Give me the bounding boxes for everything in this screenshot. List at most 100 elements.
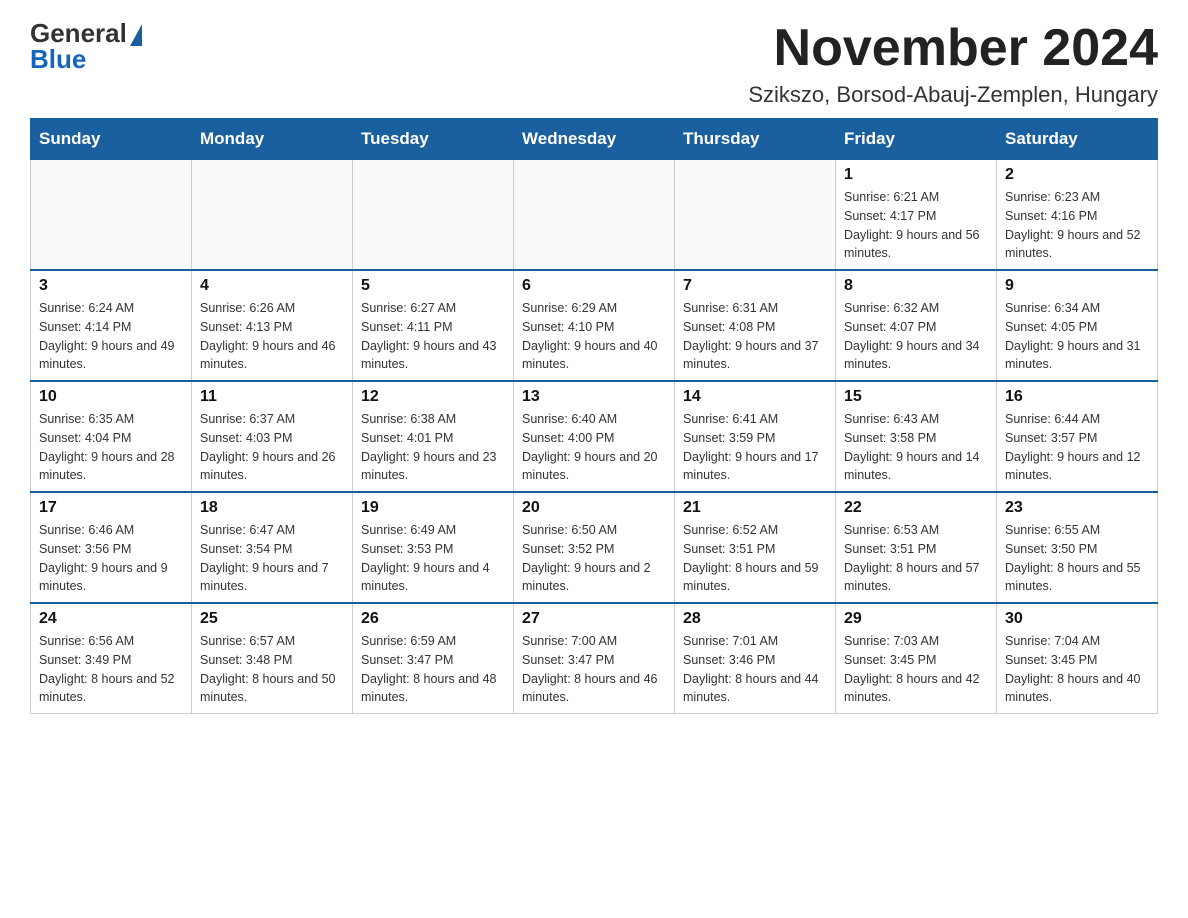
calendar-cell: 7 Sunrise: 6:31 AMSunset: 4:08 PMDaylight… (675, 270, 836, 381)
day-number: 22 (844, 499, 988, 517)
day-number: 27 (522, 610, 666, 628)
day-number: 16 (1005, 388, 1149, 406)
day-info: Sunrise: 6:49 AMSunset: 3:53 PMDaylight:… (361, 521, 505, 596)
day-info: Sunrise: 6:31 AMSunset: 4:08 PMDaylight:… (683, 299, 827, 374)
day-info: Sunrise: 6:37 AMSunset: 4:03 PMDaylight:… (200, 410, 344, 485)
calendar-cell: 3Sunrise: 6:24 AMSunset: 4:14 PMDaylight… (31, 270, 192, 381)
day-info: Sunrise: 6:32 AMSunset: 4:07 PMDaylight:… (844, 299, 988, 374)
calendar-cell: 4 Sunrise: 6:26 AMSunset: 4:13 PMDaylight… (192, 270, 353, 381)
day-number: 9 (1005, 277, 1149, 295)
calendar-cell: 15Sunrise: 6:43 AMSunset: 3:58 PMDayligh… (836, 381, 997, 492)
day-number: 5 (361, 277, 505, 295)
calendar-week-row: 3Sunrise: 6:24 AMSunset: 4:14 PMDaylight… (31, 270, 1158, 381)
day-number: 7 (683, 277, 827, 295)
day-number: 20 (522, 499, 666, 517)
calendar-cell: 16 Sunrise: 6:44 AMSunset: 3:57 PMDayligh… (997, 381, 1158, 492)
day-info: Sunrise: 6:47 AMSunset: 3:54 PMDaylight:… (200, 521, 344, 596)
calendar-week-row: 24 Sunrise: 6:56 AMSunset: 3:49 PMDayligh… (31, 603, 1158, 714)
calendar-cell: 25 Sunrise: 6:57 AMSunset: 3:48 PMDayligh… (192, 603, 353, 714)
day-number: 8 (844, 277, 988, 295)
calendar-cell: 21 Sunrise: 6:52 AMSunset: 3:51 PMDayligh… (675, 492, 836, 603)
day-info: Sunrise: 7:00 AMSunset: 3:47 PMDaylight:… (522, 632, 666, 707)
calendar-cell (514, 160, 675, 271)
weekday-header-wednesday: Wednesday (514, 119, 675, 160)
day-info: Sunrise: 6:21 AMSunset: 4:17 PMDaylight:… (844, 188, 988, 263)
calendar-cell: 10 Sunrise: 6:35 AMSunset: 4:04 PMDayligh… (31, 381, 192, 492)
month-title: November 2024 (748, 20, 1158, 77)
calendar-cell (192, 160, 353, 271)
calendar-cell: 24 Sunrise: 6:56 AMSunset: 3:49 PMDayligh… (31, 603, 192, 714)
weekday-header-friday: Friday (836, 119, 997, 160)
day-info: Sunrise: 6:27 AMSunset: 4:11 PMDaylight:… (361, 299, 505, 374)
weekday-header-tuesday: Tuesday (353, 119, 514, 160)
day-number: 28 (683, 610, 827, 628)
header: General Blue November 2024 Szikszo, Bors… (30, 20, 1158, 108)
day-number: 19 (361, 499, 505, 517)
day-info: Sunrise: 6:40 AMSunset: 4:00 PMDaylight:… (522, 410, 666, 485)
day-number: 14 (683, 388, 827, 406)
day-number: 24 (39, 610, 183, 628)
weekday-header-row: SundayMondayTuesdayWednesdayThursdayFrid… (31, 119, 1158, 160)
calendar-cell (675, 160, 836, 271)
weekday-header-thursday: Thursday (675, 119, 836, 160)
calendar-cell: 9 Sunrise: 6:34 AMSunset: 4:05 PMDaylight… (997, 270, 1158, 381)
calendar-cell: 8 Sunrise: 6:32 AMSunset: 4:07 PMDaylight… (836, 270, 997, 381)
day-info: Sunrise: 6:44 AMSunset: 3:57 PMDaylight:… (1005, 410, 1149, 485)
calendar-cell: 26 Sunrise: 6:59 AMSunset: 3:47 PMDayligh… (353, 603, 514, 714)
day-info: Sunrise: 6:34 AMSunset: 4:05 PMDaylight:… (1005, 299, 1149, 374)
calendar-cell: 13Sunrise: 6:40 AMSunset: 4:00 PMDayligh… (514, 381, 675, 492)
logo-general-text: General (30, 20, 142, 46)
day-number: 2 (1005, 166, 1149, 184)
day-info: Sunrise: 6:23 AMSunset: 4:16 PMDaylight:… (1005, 188, 1149, 263)
weekday-header-sunday: Sunday (31, 119, 192, 160)
day-number: 4 (200, 277, 344, 295)
day-info: Sunrise: 6:41 AMSunset: 3:59 PMDaylight:… (683, 410, 827, 485)
day-info: Sunrise: 6:29 AMSunset: 4:10 PMDaylight:… (522, 299, 666, 374)
day-number: 21 (683, 499, 827, 517)
day-info: Sunrise: 6:52 AMSunset: 3:51 PMDaylight:… (683, 521, 827, 596)
calendar-cell: 6 Sunrise: 6:29 AMSunset: 4:10 PMDaylight… (514, 270, 675, 381)
calendar-cell: 22 Sunrise: 6:53 AMSunset: 3:51 PMDayligh… (836, 492, 997, 603)
day-info: Sunrise: 7:03 AMSunset: 3:45 PMDaylight:… (844, 632, 988, 707)
calendar-cell (353, 160, 514, 271)
calendar-cell: 11 Sunrise: 6:37 AMSunset: 4:03 PMDayligh… (192, 381, 353, 492)
calendar-cell: 19 Sunrise: 6:49 AMSunset: 3:53 PMDayligh… (353, 492, 514, 603)
day-info: Sunrise: 6:43 AMSunset: 3:58 PMDaylight:… (844, 410, 988, 485)
location-title: Szikszo, Borsod-Abauj-Zemplen, Hungary (748, 82, 1158, 108)
day-info: Sunrise: 6:57 AMSunset: 3:48 PMDaylight:… (200, 632, 344, 707)
day-info: Sunrise: 6:50 AMSunset: 3:52 PMDaylight:… (522, 521, 666, 596)
day-info: Sunrise: 7:04 AMSunset: 3:45 PMDaylight:… (1005, 632, 1149, 707)
day-number: 6 (522, 277, 666, 295)
day-number: 18 (200, 499, 344, 517)
day-info: Sunrise: 6:59 AMSunset: 3:47 PMDaylight:… (361, 632, 505, 707)
calendar-cell: 5 Sunrise: 6:27 AMSunset: 4:11 PMDaylight… (353, 270, 514, 381)
day-number: 10 (39, 388, 183, 406)
calendar-cell: 17 Sunrise: 6:46 AMSunset: 3:56 PMDayligh… (31, 492, 192, 603)
day-info: Sunrise: 6:53 AMSunset: 3:51 PMDaylight:… (844, 521, 988, 596)
calendar-cell: 14 Sunrise: 6:41 AMSunset: 3:59 PMDayligh… (675, 381, 836, 492)
logo: General Blue (30, 20, 142, 72)
day-number: 12 (361, 388, 505, 406)
calendar-cell: 27 Sunrise: 7:00 AMSunset: 3:47 PMDayligh… (514, 603, 675, 714)
day-number: 1 (844, 166, 988, 184)
day-info: Sunrise: 6:35 AMSunset: 4:04 PMDaylight:… (39, 410, 183, 485)
title-area: November 2024 Szikszo, Borsod-Abauj-Zemp… (748, 20, 1158, 108)
day-info: Sunrise: 6:26 AMSunset: 4:13 PMDaylight:… (200, 299, 344, 374)
weekday-header-monday: Monday (192, 119, 353, 160)
calendar-cell: 29Sunrise: 7:03 AMSunset: 3:45 PMDayligh… (836, 603, 997, 714)
day-info: Sunrise: 6:55 AMSunset: 3:50 PMDaylight:… (1005, 521, 1149, 596)
day-info: Sunrise: 6:24 AMSunset: 4:14 PMDaylight:… (39, 299, 183, 374)
calendar-cell (31, 160, 192, 271)
day-number: 23 (1005, 499, 1149, 517)
calendar-cell: 20 Sunrise: 6:50 AMSunset: 3:52 PMDayligh… (514, 492, 675, 603)
day-info: Sunrise: 6:46 AMSunset: 3:56 PMDaylight:… (39, 521, 183, 596)
day-number: 11 (200, 388, 344, 406)
logo-blue-text: Blue (30, 46, 86, 72)
day-number: 26 (361, 610, 505, 628)
day-number: 17 (39, 499, 183, 517)
day-info: Sunrise: 7:01 AMSunset: 3:46 PMDaylight:… (683, 632, 827, 707)
day-number: 25 (200, 610, 344, 628)
calendar-week-row: 10 Sunrise: 6:35 AMSunset: 4:04 PMDayligh… (31, 381, 1158, 492)
day-info: Sunrise: 6:56 AMSunset: 3:49 PMDaylight:… (39, 632, 183, 707)
calendar-cell: 30Sunrise: 7:04 AMSunset: 3:45 PMDayligh… (997, 603, 1158, 714)
